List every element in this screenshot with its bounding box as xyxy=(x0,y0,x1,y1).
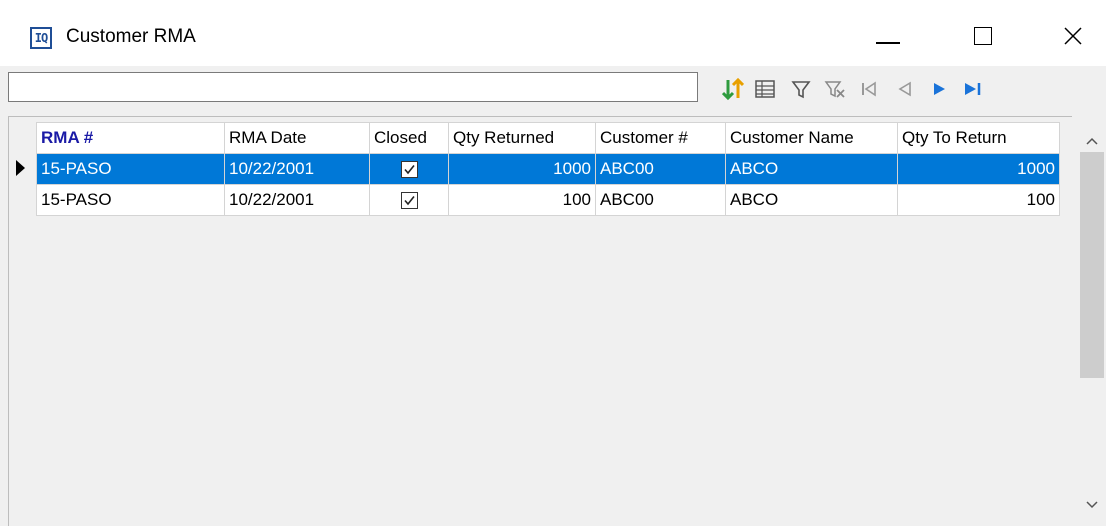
cell-customer-name[interactable]: ABCO xyxy=(725,153,898,185)
minimize-icon xyxy=(876,42,900,44)
first-record-icon[interactable] xyxy=(856,76,882,102)
last-record-icon[interactable] xyxy=(960,76,986,102)
filter-icon[interactable] xyxy=(788,76,814,102)
column-header[interactable]: Qty To Return xyxy=(897,122,1060,154)
column-header[interactable]: Qty Returned xyxy=(448,122,596,154)
cell-customer-name[interactable]: ABCO xyxy=(725,184,898,216)
cell-rma[interactable]: 15-PASO xyxy=(36,184,225,216)
rma-grid: RMA # RMA Date Closed Qty Returned Customer … xyxy=(36,122,1060,216)
table-row[interactable]: 15-PASO 10/22/2001 100 ABC00 ABCO 100 xyxy=(36,184,1060,216)
grid-border xyxy=(8,116,9,526)
column-header[interactable]: Customer # xyxy=(595,122,726,154)
minimize-button[interactable] xyxy=(858,16,918,56)
column-header[interactable]: RMA Date xyxy=(224,122,370,154)
cell-customer-no[interactable]: ABC00 xyxy=(595,153,726,185)
cell-rma[interactable]: 15-PASO xyxy=(36,153,225,185)
column-header[interactable]: Closed xyxy=(369,122,449,154)
closed-checkbox-cell[interactable] xyxy=(369,184,449,216)
cell-rma-date[interactable]: 10/22/2001 xyxy=(224,184,370,216)
grid-header-row: RMA # RMA Date Closed Qty Returned Customer … xyxy=(36,122,1060,154)
checkbox[interactable] xyxy=(400,192,418,210)
close-button[interactable] xyxy=(1043,16,1103,56)
cell-qty-returned[interactable]: 1000 xyxy=(448,153,596,185)
cell-rma-date[interactable]: 10/22/2001 xyxy=(224,153,370,185)
cell-customer-no[interactable]: ABC00 xyxy=(595,184,726,216)
window-title: Customer RMA xyxy=(66,26,196,47)
maximize-icon xyxy=(974,27,992,45)
scroll-down-icon[interactable] xyxy=(1083,496,1101,514)
maximize-button[interactable] xyxy=(953,16,1013,56)
grid-view-icon[interactable] xyxy=(752,76,778,102)
sort-icon[interactable] xyxy=(720,76,746,102)
column-header[interactable]: RMA # xyxy=(36,122,225,154)
current-row-indicator-icon xyxy=(16,160,25,176)
grid-border xyxy=(8,116,1072,117)
previous-record-icon[interactable] xyxy=(892,76,918,102)
app-logo-icon: IQ xyxy=(30,27,52,49)
scrollbar-thumb[interactable] xyxy=(1080,152,1104,378)
cell-qty-to-return[interactable]: 1000 xyxy=(897,153,1060,185)
closed-checkbox-cell[interactable] xyxy=(369,153,449,185)
cell-qty-to-return[interactable]: 100 xyxy=(897,184,1060,216)
close-icon xyxy=(1064,27,1082,45)
next-record-icon[interactable] xyxy=(926,76,952,102)
column-header[interactable]: Customer Name xyxy=(725,122,898,154)
title-bar: IQ Customer RMA xyxy=(0,0,1106,70)
table-row[interactable]: 15-PASO 10/22/2001 1000 ABC00 ABCO 1000 xyxy=(36,153,1060,185)
scroll-up-icon[interactable] xyxy=(1083,132,1101,150)
search-input[interactable] xyxy=(8,72,698,102)
clear-filter-icon[interactable] xyxy=(822,76,848,102)
checkbox[interactable] xyxy=(400,161,418,179)
cell-qty-returned[interactable]: 100 xyxy=(448,184,596,216)
